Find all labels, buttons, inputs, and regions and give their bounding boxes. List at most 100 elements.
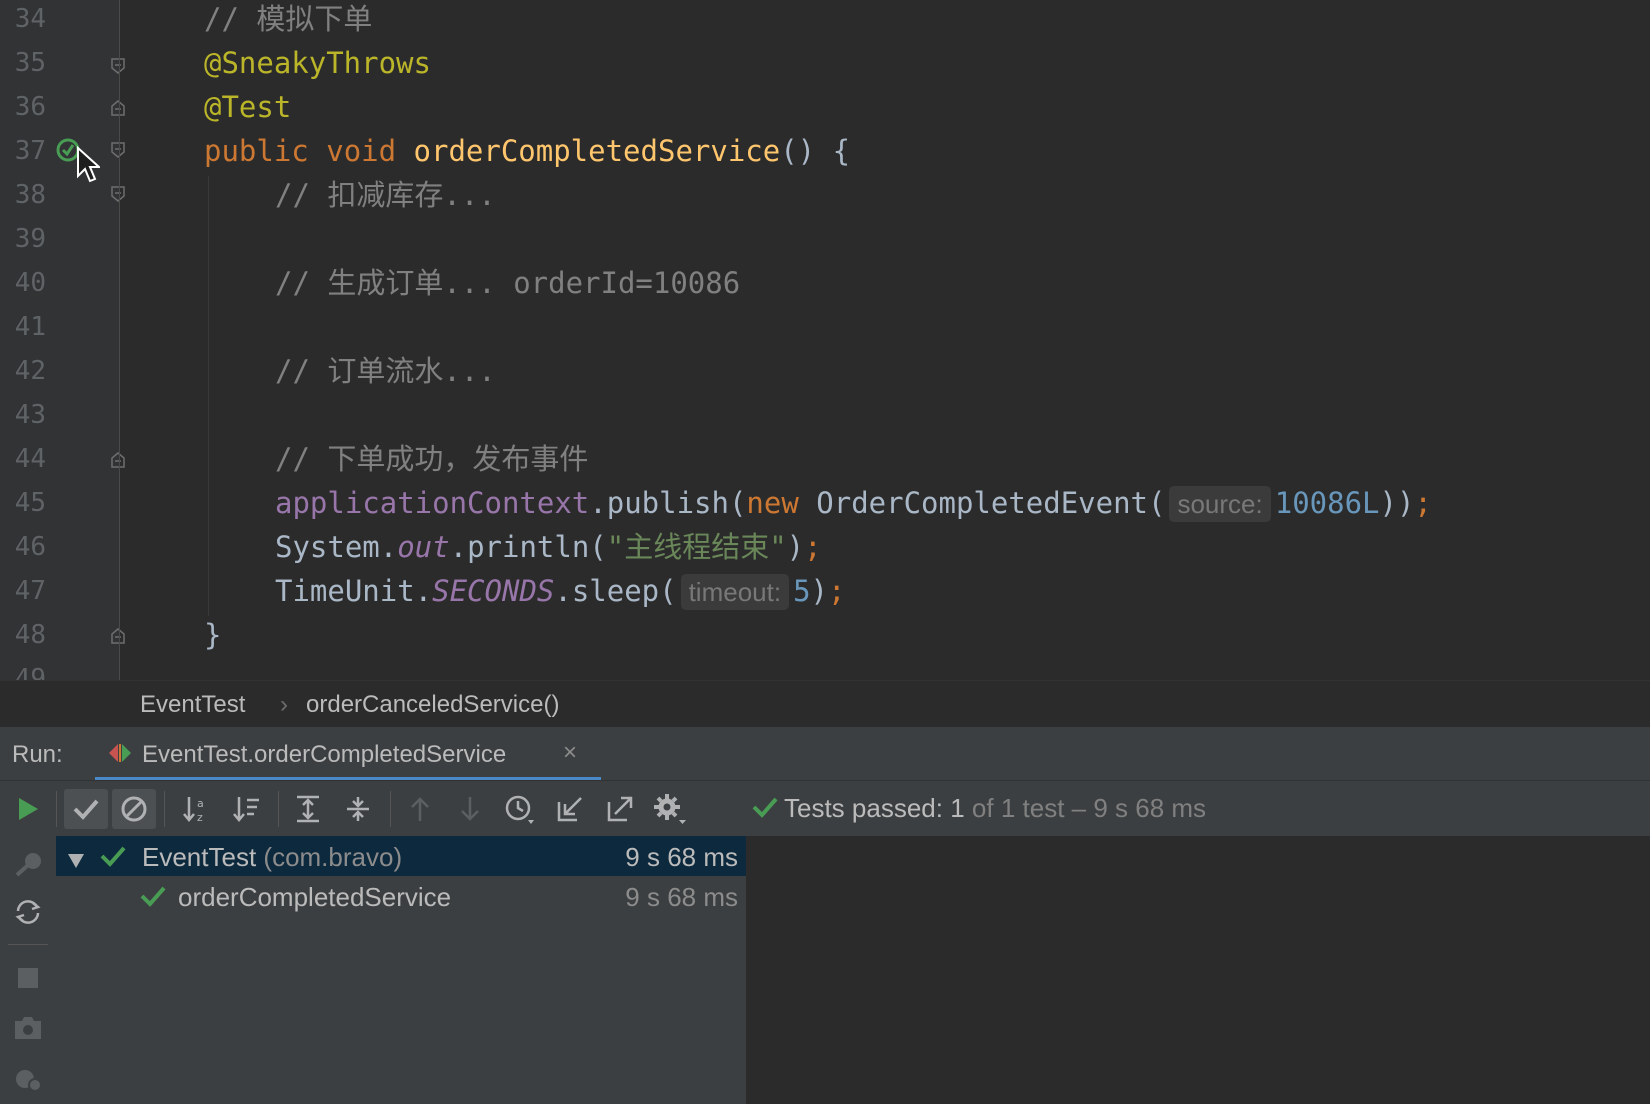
next-failed-icon[interactable]	[450, 789, 490, 829]
keyword: void	[326, 134, 397, 168]
code-line-38: // 扣减库存...	[275, 178, 496, 212]
stop-icon[interactable]	[10, 960, 46, 996]
status-count: 1	[950, 793, 965, 823]
code-punct: ))	[1379, 486, 1415, 520]
method-call: .println(	[449, 530, 607, 564]
static-field: SECONDS	[432, 574, 555, 608]
code-line-48: }	[204, 618, 222, 652]
code-punct: () {	[780, 134, 851, 168]
run-tab-bar: Run: EventTest.orderCompletedService ×	[0, 726, 1650, 781]
class-ref: OrderCompletedEvent(	[798, 486, 1166, 520]
line-number: 43	[14, 400, 46, 430]
export-icon[interactable]	[600, 789, 640, 829]
test-duration: 9 s 68 ms	[625, 882, 738, 912]
line-number: 47	[14, 576, 46, 606]
line-number: 41	[14, 312, 46, 342]
code-line-40: // 生成订单... orderId=10086	[275, 266, 741, 300]
show-ignored-icon[interactable]	[112, 789, 156, 829]
fold-marker-icon[interactable]	[111, 58, 125, 74]
status-suffix: of 1 test – 9 s 68 ms	[971, 793, 1207, 823]
suite-name: EventTest	[142, 842, 257, 872]
strip-separator	[8, 944, 48, 945]
svg-text:a: a	[197, 797, 204, 810]
sort-alpha-icon[interactable]: az	[176, 789, 216, 829]
passed-check-icon	[752, 795, 778, 826]
line-number: 40	[14, 268, 46, 298]
breadcrumb-separator: ›	[280, 691, 288, 718]
run-side-toolbar	[0, 836, 57, 1104]
code-editor[interactable]: 34 35 36 37 38 39 40 41 42 43 44 45 46 4…	[0, 0, 1650, 680]
code-line-35: @SneakyThrows	[204, 46, 431, 80]
line-number: 38	[14, 180, 46, 210]
parameter-hint: timeout:	[680, 574, 790, 610]
indent-guide	[208, 176, 209, 616]
breadcrumb: EventTest › orderCanceledService()	[0, 680, 1650, 727]
junit-icon	[107, 741, 133, 770]
line-number: 39	[14, 224, 46, 254]
rerun-icon[interactable]	[8, 789, 48, 829]
camera-icon[interactable]	[10, 1010, 46, 1046]
test-results-tree[interactable]: EventTest (com.bravo) 9 s 68 ms orderCom…	[56, 836, 747, 1104]
keyword: new	[746, 486, 799, 520]
svg-text:z: z	[197, 811, 203, 824]
method-call: .publish(	[589, 486, 747, 520]
semicolon: ;	[828, 574, 846, 608]
code-punct: )	[786, 530, 805, 564]
rerun-failed-icon[interactable]	[10, 846, 46, 882]
prev-failed-icon[interactable]	[400, 789, 440, 829]
line-number: 49	[14, 664, 46, 680]
static-field: out	[397, 530, 450, 564]
passed-check-icon	[100, 844, 126, 875]
class-ref: System.	[275, 530, 398, 564]
import-icon[interactable]	[550, 789, 590, 829]
run-label: Run:	[12, 741, 63, 768]
history-icon[interactable]	[500, 789, 540, 829]
fold-marker-icon[interactable]	[111, 142, 125, 158]
breadcrumb-class[interactable]: EventTest	[140, 691, 245, 719]
collapse-all-icon[interactable]	[338, 789, 378, 829]
close-tab-icon[interactable]: ×	[563, 739, 577, 767]
code-line-34: // 模拟下单	[204, 2, 373, 36]
code-line-46: System.out.println("主线程结束");	[275, 525, 822, 569]
line-number: 34	[14, 4, 46, 34]
string-literal: "主线程结束"	[606, 530, 787, 564]
semicolon: ;	[804, 530, 822, 564]
run-tab-title: EventTest.orderCompletedService	[142, 741, 507, 768]
line-number: 44	[14, 444, 46, 474]
editor-gutter: 34 35 36 37 38 39 40 41 42 43 44 45 46 4…	[0, 0, 125, 680]
suite-duration: 9 s 68 ms	[625, 842, 738, 872]
sort-duration-icon[interactable]	[226, 789, 266, 829]
number-literal: 5	[793, 574, 811, 608]
console-output[interactable]	[746, 836, 1650, 1104]
run-config-tab[interactable]: EventTest.orderCompletedService ×	[95, 727, 601, 781]
fold-marker-icon[interactable]	[111, 100, 125, 116]
fold-marker-icon[interactable]	[111, 628, 125, 644]
keyword: public	[204, 134, 309, 168]
fold-marker-icon[interactable]	[111, 452, 125, 468]
line-number: 48	[14, 620, 46, 650]
mouse-cursor-icon	[76, 145, 102, 189]
tree-row-suite[interactable]: EventTest (com.bravo) 9 s 68 ms	[56, 836, 746, 876]
expand-all-icon[interactable]	[288, 789, 328, 829]
toolbar-separator	[56, 791, 57, 827]
code-line-47: TimeUnit.SECONDS.sleep(timeout: 5);	[275, 569, 845, 613]
suite-package: (com.bravo)	[263, 842, 403, 872]
number-literal: 10086L	[1274, 486, 1380, 520]
fold-marker-icon[interactable]	[111, 186, 125, 202]
line-number: 37	[14, 136, 46, 166]
class-ref: TimeUnit.	[275, 574, 433, 608]
show-passed-icon[interactable]	[64, 789, 108, 829]
toolbar-separator	[390, 791, 391, 827]
code-line-37: public void orderCompletedService() {	[204, 129, 850, 173]
line-number: 35	[14, 48, 46, 78]
settings-icon[interactable]	[650, 789, 690, 829]
code-line-36: @Test	[204, 90, 292, 124]
toggle-auto-test-icon[interactable]	[10, 894, 46, 930]
semicolon: ;	[1414, 486, 1432, 520]
tree-row-test[interactable]: orderCompletedService 9 s 68 ms	[56, 876, 746, 916]
line-number: 45	[14, 488, 46, 518]
toolbar-separator	[164, 791, 165, 827]
expand-arrow-icon[interactable]	[66, 846, 86, 877]
breadcrumb-method[interactable]: orderCanceledService()	[306, 691, 559, 719]
debug-settings-icon[interactable]	[10, 1060, 46, 1096]
